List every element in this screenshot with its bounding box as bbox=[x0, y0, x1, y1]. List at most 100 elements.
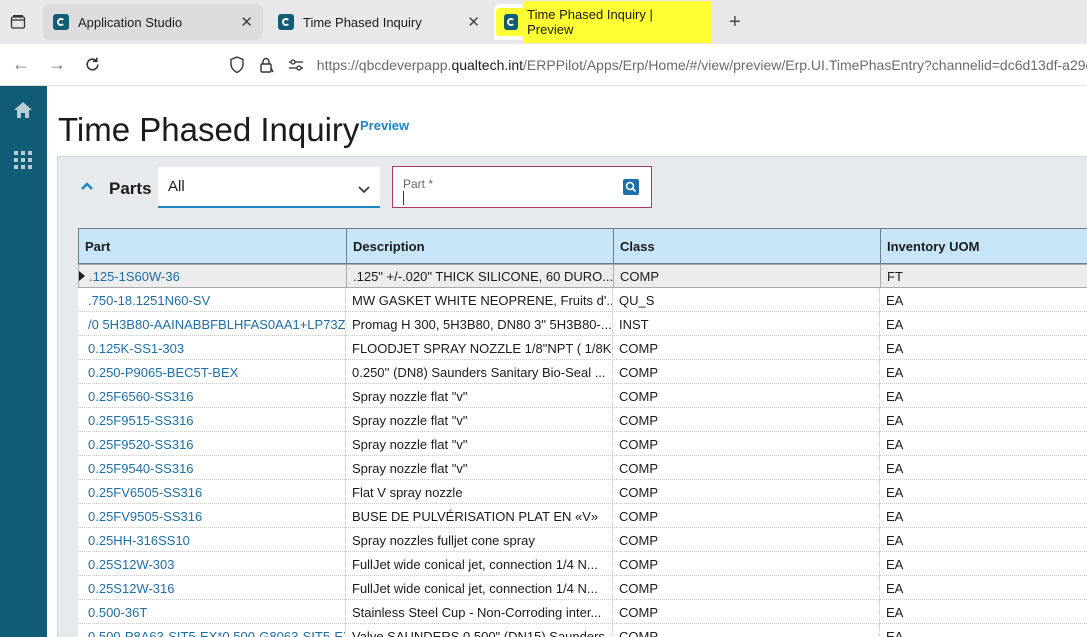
app-favicon-icon bbox=[278, 14, 294, 30]
site-settings-icon[interactable] bbox=[287, 54, 305, 76]
chevron-down-icon bbox=[358, 181, 370, 198]
table-row[interactable]: 0.25FV9505-SS316 BUSE DE PULVÉRISATION PL… bbox=[78, 504, 1087, 528]
cell-class: COMP bbox=[613, 336, 880, 360]
cell-part[interactable]: 0.25F6560-SS316 bbox=[78, 384, 346, 408]
cell-description: FLOODJET SPRAY NOZZLE 1/8"NPT ( 1/8K... bbox=[346, 336, 613, 360]
cell-description: BUSE DE PULVÉRISATION PLAT EN «V» bbox=[346, 504, 613, 528]
back-icon[interactable]: ← bbox=[12, 54, 30, 74]
cell-part[interactable]: 0.25S12W-316 bbox=[78, 576, 346, 600]
chevron-up-icon[interactable] bbox=[79, 178, 95, 194]
browser-tab-strip: Application Studio ✕ Time Phased Inquiry… bbox=[0, 0, 1087, 44]
refresh-icon[interactable] bbox=[84, 54, 101, 77]
column-header-part[interactable]: Part bbox=[78, 228, 347, 264]
table-row[interactable]: 0.25F9520-SS316 Spray nozzle flat "v" COMP… bbox=[78, 432, 1087, 456]
lock-icon[interactable] bbox=[258, 54, 276, 76]
table-row[interactable]: .750-18.1251N60-SV MW GASKET WHITE NEOPRE… bbox=[78, 288, 1087, 312]
cell-description: FullJet wide conical jet, connection 1/4… bbox=[346, 552, 613, 576]
cell-part[interactable]: 0.500-36T bbox=[78, 600, 346, 624]
close-icon[interactable]: ✕ bbox=[467, 13, 480, 31]
table-row[interactable]: 0.500-36T Stainless Steel Cup - Non-Corro… bbox=[78, 600, 1087, 624]
table-row[interactable]: 0.25S12W-303 FullJet wide conical jet, co… bbox=[78, 552, 1087, 576]
shield-icon[interactable] bbox=[228, 54, 246, 76]
current-row-indicator-icon bbox=[79, 271, 85, 281]
parts-grid: Part Description Class Inventory UOM .12… bbox=[78, 228, 1087, 637]
cell-inventory-uom: EA bbox=[886, 292, 904, 308]
part-field-label: Part * bbox=[403, 177, 434, 191]
table-row[interactable]: /0 5H3B80-AAINABBFBLHFAS0AA1+LP73Z1 Proma… bbox=[78, 312, 1087, 336]
cell-description: Stainless Steel Cup - Non-Corroding inte… bbox=[346, 600, 613, 624]
table-row[interactable]: 0.250-P9065-BEC5T-BEX 0.250'' (DN8) Saund… bbox=[78, 360, 1087, 384]
table-row[interactable]: 0.25HH-316SS10 Spray nozzles fulljet cone… bbox=[78, 528, 1087, 552]
browser-tab[interactable]: Time Phased Inquiry ✕ bbox=[268, 4, 490, 40]
filter-value: All bbox=[168, 178, 185, 195]
cell-inventory-uom: EA bbox=[886, 628, 904, 637]
new-tab-icon[interactable]: + bbox=[729, 12, 741, 32]
cell-class: COMP bbox=[613, 264, 880, 288]
grid-header: Part Description Class Inventory UOM bbox=[78, 228, 1087, 264]
cell-part[interactable]: 0.500-P8A63-SIT5-EX*0.500-G8063-SIT5-EX bbox=[78, 624, 346, 637]
table-row[interactable]: 0.25S12W-316 FullJet wide conical jet, co… bbox=[78, 576, 1087, 600]
column-header-inventory-uom[interactable]: Inventory UOM bbox=[880, 228, 1087, 264]
column-header-description[interactable]: Description bbox=[346, 228, 614, 264]
cell-part[interactable]: 0.25FV9505-SS316 bbox=[78, 504, 346, 528]
cell-description: Spray nozzles fulljet cone spray bbox=[346, 528, 613, 552]
close-icon[interactable]: ✕ bbox=[240, 13, 253, 31]
url-host: qualtech.int bbox=[451, 57, 524, 73]
cell-inventory-uom: EA bbox=[886, 316, 904, 332]
apps-grid-icon[interactable] bbox=[12, 149, 34, 171]
page-title: Time Phased Inquiry bbox=[58, 111, 360, 148]
cell-description: Valve SAUNDERS 0.500" (DN15) Saunders... bbox=[346, 624, 613, 637]
cell-class: COMP bbox=[613, 456, 880, 480]
browser-tab[interactable]: Application Studio ✕ bbox=[43, 4, 263, 40]
table-row[interactable]: 0.500-P8A63-SIT5-EX*0.500-G8063-SIT5-EX V… bbox=[78, 624, 1087, 637]
url-field[interactable]: https://qbcdeverpapp.qualtech.int/ERPPil… bbox=[228, 49, 1087, 81]
table-row[interactable]: 0.25F6560-SS316 Spray nozzle flat "v" COMP… bbox=[78, 384, 1087, 408]
cell-class: COMP bbox=[613, 528, 880, 552]
cell-description: Spray nozzle flat "v" bbox=[346, 408, 613, 432]
table-row[interactable]: 0.25F9515-SS316 Spray nozzle flat "v" COMP… bbox=[78, 408, 1087, 432]
cell-class: COMP bbox=[613, 624, 880, 637]
cell-inventory-uom: EA bbox=[886, 604, 904, 620]
cell-part[interactable]: 0.25HH-316SS10 bbox=[78, 528, 346, 552]
cell-part[interactable]: 0.25S12W-303 bbox=[78, 552, 346, 576]
cell-description: Flat V spray nozzle bbox=[346, 480, 613, 504]
table-row[interactable]: .125-1S60W-36.125" +/-.020" THICK SILICO… bbox=[78, 264, 1087, 288]
cell-class: COMP bbox=[613, 552, 880, 576]
cell-class: COMP bbox=[613, 432, 880, 456]
cell-part[interactable]: 0.25F9520-SS316 bbox=[78, 432, 346, 456]
column-header-class[interactable]: Class bbox=[613, 228, 881, 264]
panel-label: Parts bbox=[109, 179, 152, 198]
cell-class: INST bbox=[613, 312, 880, 336]
cell-inventory-uom: EA bbox=[886, 508, 904, 524]
cell-part[interactable]: /0 5H3B80-AAINABBFBLHFAS0AA1+LP73Z1 bbox=[78, 312, 346, 336]
cell-part[interactable]: 0.25F9540-SS316 bbox=[78, 456, 346, 480]
parts-filter-select[interactable]: All bbox=[158, 167, 380, 208]
table-row[interactable]: 0.25FV6505-SS316 Flat V spray nozzle COMP E… bbox=[78, 480, 1087, 504]
cell-part[interactable]: 0.250-P9065-BEC5T-BEX bbox=[78, 360, 346, 384]
cell-part[interactable]: .750-18.1251N60-SV bbox=[78, 288, 346, 312]
url-path: /ERPPilot/Apps/Erp/Home/#/view/preview/E… bbox=[523, 57, 1087, 73]
cell-class: COMP bbox=[613, 480, 880, 504]
tab-title: Time Phased Inquiry bbox=[303, 14, 422, 30]
cell-class: COMP bbox=[613, 600, 880, 624]
cell-inventory-uom: EA bbox=[886, 580, 904, 596]
table-row[interactable]: 0.125K-SS1-303 FLOODJET SPRAY NOZZLE 1/8"… bbox=[78, 336, 1087, 360]
cell-part[interactable]: 0.25F9515-SS316 bbox=[78, 408, 346, 432]
part-search-field[interactable]: Part * bbox=[392, 166, 652, 208]
forward-icon[interactable]: → bbox=[48, 54, 66, 74]
cell-inventory-uom: EA bbox=[886, 364, 904, 380]
tab-title: Time Phased Inquiry | Preview bbox=[523, 1, 712, 43]
search-icon[interactable] bbox=[623, 179, 639, 195]
browser-tab-active[interactable]: Time Phased Inquiry | Preview ✕ bbox=[494, 1, 712, 43]
cell-part[interactable]: 0.125K-SS1-303 bbox=[78, 336, 346, 360]
grid-body: .125-1S60W-36.125" +/-.020" THICK SILICO… bbox=[78, 264, 1087, 637]
cell-part[interactable]: 0.25FV6505-SS316 bbox=[78, 480, 346, 504]
tab-title: Application Studio bbox=[78, 14, 183, 30]
text-caret bbox=[403, 191, 404, 205]
table-row[interactable]: 0.25F9540-SS316 Spray nozzle flat "v" COMP… bbox=[78, 456, 1087, 480]
cell-part[interactable]: .125-1S60W-36 bbox=[78, 264, 346, 288]
cell-inventory-uom: EA bbox=[886, 460, 904, 476]
tab-actions-icon[interactable] bbox=[6, 10, 30, 34]
home-icon[interactable] bbox=[12, 99, 34, 121]
cell-description: 0.250'' (DN8) Saunders Sanitary Bio-Seal… bbox=[346, 360, 613, 384]
